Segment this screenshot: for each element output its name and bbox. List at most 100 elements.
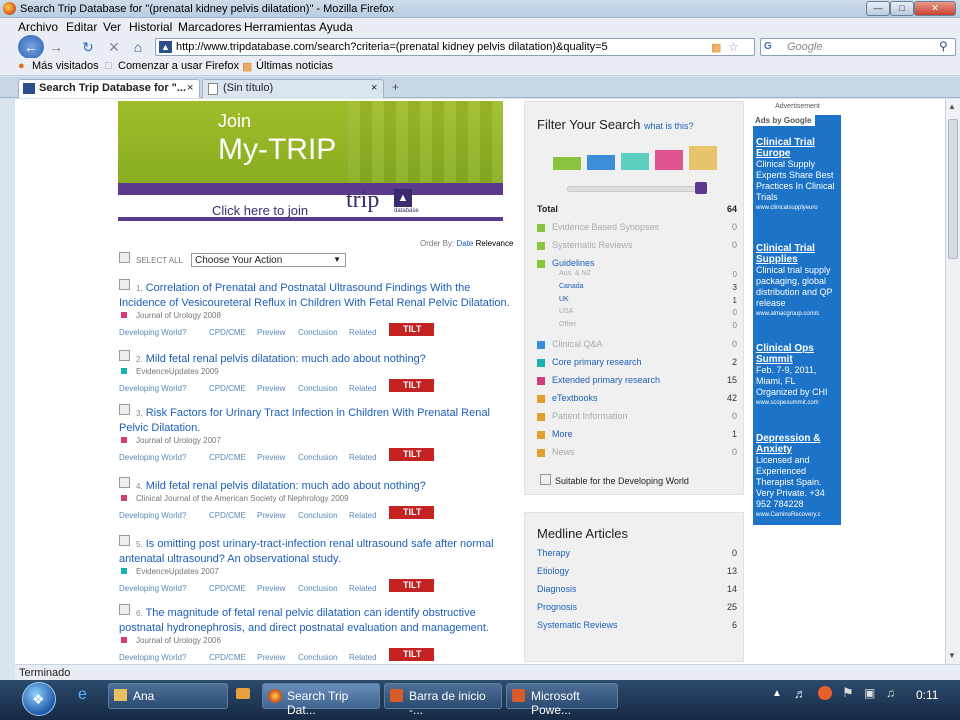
filter-bar[interactable]: [655, 150, 683, 170]
security-icon[interactable]: [818, 686, 832, 700]
minimize-button[interactable]: —: [866, 1, 890, 16]
tilt-button[interactable]: TILT: [389, 323, 434, 336]
back-button[interactable]: ←: [18, 35, 44, 59]
speaker-icon[interactable]: ♬: [794, 686, 807, 701]
preview-link[interactable]: Preview: [257, 511, 285, 520]
address-bar[interactable]: ▲ http://www.tripdatabase.com/search?cri…: [155, 38, 755, 56]
developing-world-link[interactable]: Developing World?: [119, 453, 186, 462]
ad-item[interactable]: Clinical Trial Europe Clinical Supply Exp…: [756, 137, 839, 214]
tab-untitled[interactable]: (Sin título) ×: [202, 79, 384, 98]
developing-world-link[interactable]: Developing World?: [119, 328, 186, 337]
bookmark-star-icon[interactable]: ☆: [728, 40, 739, 54]
conclusion-link[interactable]: Conclusion: [298, 384, 338, 393]
menu-marcadores[interactable]: Marcadores: [178, 20, 241, 34]
ad-url[interactable]: www.scopesummit.com: [756, 398, 839, 409]
result-title-text[interactable]: Mild fetal renal pelvis dilatation: much…: [146, 480, 426, 492]
flag-icon[interactable]: ⚑: [842, 685, 854, 701]
ad-url[interactable]: www.clinicalsupplyeuro: [756, 203, 839, 214]
preview-link[interactable]: Preview: [257, 653, 285, 662]
filter-bar[interactable]: [587, 155, 615, 170]
search-icon[interactable]: ⚲: [939, 39, 948, 53]
bookmark-news[interactable]: Últimas noticias: [256, 60, 333, 72]
ad-headline[interactable]: Depression & Anxiety: [756, 433, 839, 455]
select-all-checkbox[interactable]: [119, 252, 130, 263]
tilt-button[interactable]: TILT: [389, 648, 434, 661]
result-title-text[interactable]: The magnitude of fetal renal pelvic dila…: [119, 607, 489, 634]
clock[interactable]: 0:11: [916, 688, 938, 702]
reload-icon[interactable]: ↻: [78, 37, 98, 57]
taskbar-firefox[interactable]: Search Trip Dat...: [262, 683, 380, 717]
stop-icon[interactable]: ✕: [104, 37, 124, 57]
action-select[interactable]: Choose Your Action ▼: [191, 253, 346, 267]
related-link[interactable]: Related: [349, 328, 377, 337]
cpd-cme-link[interactable]: CPD/CME: [209, 384, 246, 393]
menu-historial[interactable]: Historial: [129, 20, 172, 34]
result-title[interactable]: 1. Correlation of Prenatal and Postnatal…: [119, 281, 519, 311]
new-tab-icon[interactable]: +: [392, 80, 399, 94]
menu-herramientas[interactable]: Herramientas: [244, 20, 316, 34]
conclusion-link[interactable]: Conclusion: [298, 653, 338, 662]
preview-link[interactable]: Preview: [257, 384, 285, 393]
scrollbar[interactable]: ▲ ▼: [945, 99, 960, 664]
filter-bar[interactable]: [689, 146, 717, 170]
developing-world-link[interactable]: Developing World?: [119, 511, 186, 520]
developing-world-link[interactable]: Developing World?: [119, 653, 186, 662]
ad-url[interactable]: www.almacgroup.com/c: [756, 309, 839, 320]
related-link[interactable]: Related: [349, 453, 377, 462]
ad-headline[interactable]: Clinical Trial Europe: [756, 137, 839, 159]
filter-bar[interactable]: [621, 153, 649, 170]
ad-item[interactable]: Depression & Anxiety Licensed and Experie…: [756, 433, 839, 521]
tab-trip[interactable]: Search Trip Database for "... ×: [18, 79, 200, 98]
result-title[interactable]: 2. Mild fetal renal pelvis dilatation: m…: [119, 352, 519, 367]
conclusion-link[interactable]: Conclusion: [298, 453, 338, 462]
order-relevance[interactable]: Relevance: [476, 239, 514, 248]
taskbar-powerpoint-outline[interactable]: Barra de inicio -...: [384, 683, 502, 717]
cpd-cme-link[interactable]: CPD/CME: [209, 653, 246, 662]
related-link[interactable]: Related: [349, 384, 377, 393]
taskbar-powerpoint[interactable]: Microsoft Powe...: [506, 683, 618, 717]
menu-ver[interactable]: Ver: [103, 20, 121, 34]
tilt-button[interactable]: TILT: [389, 579, 434, 592]
conclusion-link[interactable]: Conclusion: [298, 328, 338, 337]
developing-world-link[interactable]: Developing World?: [119, 384, 186, 393]
result-title-text[interactable]: Correlation of Prenatal and Postnatal Ul…: [119, 282, 510, 309]
ad-item[interactable]: Clinical Ops Summit Feb. 7-9, 2011, Miami…: [756, 343, 839, 409]
ad-headline[interactable]: Clinical Trial Supplies: [756, 243, 839, 265]
scroll-thumb[interactable]: [948, 119, 958, 259]
result-title[interactable]: 6. The magnitude of fetal renal pelvic d…: [119, 606, 519, 636]
related-link[interactable]: Related: [349, 584, 377, 593]
start-button[interactable]: ❖: [22, 682, 56, 716]
developing-world-link[interactable]: Developing World?: [119, 584, 186, 593]
ad-url[interactable]: www.CaminoRecovery.c: [756, 510, 839, 521]
what-is-this-link[interactable]: what is this?: [644, 121, 694, 131]
network-icon[interactable]: ▣: [864, 686, 875, 700]
home-icon[interactable]: ⌂: [128, 37, 148, 57]
result-title[interactable]: 4. Mild fetal renal pelvis dilatation: m…: [119, 479, 519, 494]
banner-cta[interactable]: Click here to join: [212, 203, 308, 218]
tilt-button[interactable]: TILT: [389, 448, 434, 461]
result-title-text[interactable]: Is omitting post urinary-tract-infection…: [119, 538, 494, 565]
filter-bar[interactable]: [553, 157, 581, 170]
result-title-text[interactable]: Mild fetal renal pelvis dilatation: much…: [146, 353, 426, 365]
developing-checkbox[interactable]: [540, 474, 551, 485]
result-title[interactable]: 5. Is omitting post urinary-tract-infect…: [119, 537, 519, 567]
ad-headline[interactable]: Clinical Ops Summit: [756, 343, 839, 365]
volume-icon[interactable]: ♫: [886, 686, 895, 700]
bookmark-most-visited[interactable]: Más visitados: [32, 60, 99, 72]
related-link[interactable]: Related: [349, 511, 377, 520]
preview-link[interactable]: Preview: [257, 584, 285, 593]
cpd-cme-link[interactable]: CPD/CME: [209, 584, 246, 593]
taskbar-folder[interactable]: Ana: [108, 683, 228, 709]
slider-handle[interactable]: [695, 182, 707, 194]
tray-expand-icon[interactable]: ▲: [772, 688, 782, 699]
scroll-down-icon[interactable]: ▼: [948, 651, 956, 660]
maximize-button[interactable]: □: [890, 1, 914, 16]
forward-button[interactable]: →: [46, 37, 66, 57]
preview-link[interactable]: Preview: [257, 328, 285, 337]
close-tab-icon[interactable]: ×: [187, 82, 193, 94]
scroll-up-icon[interactable]: ▲: [948, 102, 956, 111]
related-link[interactable]: Related: [349, 653, 377, 662]
ads-by-google[interactable]: Ads by Google: [753, 115, 815, 126]
menu-archivo[interactable]: Archivo: [18, 20, 58, 34]
tilt-button[interactable]: TILT: [389, 506, 434, 519]
